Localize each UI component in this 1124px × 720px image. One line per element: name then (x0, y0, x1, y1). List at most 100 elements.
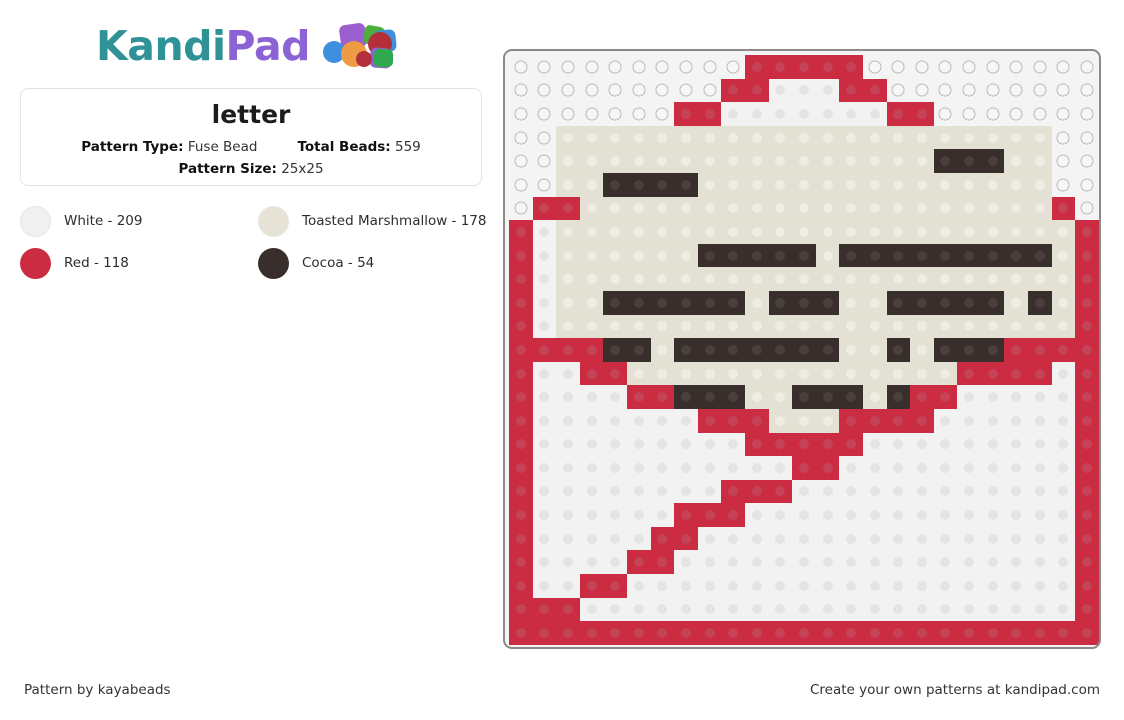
bead-cell[interactable] (886, 550, 911, 574)
bead-cell[interactable] (839, 385, 863, 409)
bead-cell[interactable] (721, 550, 745, 574)
bead-cell[interactable] (532, 456, 557, 480)
bead-cell[interactable] (980, 432, 1005, 457)
bead-cell[interactable] (768, 503, 793, 527)
bead-cell[interactable] (910, 456, 934, 480)
bead-cell[interactable] (910, 574, 934, 598)
kandi-pad-logo[interactable]: KandiPad (96, 22, 398, 70)
bead-cell[interactable] (744, 290, 769, 315)
bead-cell[interactable] (697, 267, 722, 291)
bead-cell[interactable] (768, 550, 793, 574)
bead-cell[interactable] (579, 621, 604, 645)
bead-cell[interactable] (1004, 550, 1028, 574)
bead-cell[interactable] (556, 55, 580, 79)
bead-cell[interactable] (886, 597, 911, 622)
bead-cell[interactable] (721, 243, 745, 268)
bead-cell[interactable] (509, 102, 533, 126)
bead-cell[interactable] (815, 290, 840, 315)
bead-cell[interactable] (934, 79, 958, 103)
bead-cell[interactable] (626, 385, 651, 409)
bead-cell[interactable] (556, 149, 580, 173)
bead-cell[interactable] (1028, 621, 1052, 645)
bead-cell[interactable] (839, 503, 863, 527)
bead-cell[interactable] (697, 243, 722, 268)
bead-cell[interactable] (980, 338, 1005, 362)
bead-cell[interactable] (792, 220, 816, 244)
bead-cell[interactable] (839, 574, 863, 598)
bead-cell[interactable] (603, 597, 627, 622)
bead-cell[interactable] (626, 432, 651, 457)
bead-cell[interactable] (839, 526, 863, 551)
bead-cell[interactable] (1004, 574, 1028, 598)
bead-cell[interactable] (1028, 338, 1052, 362)
bead-cell[interactable] (626, 479, 651, 504)
bead-cell[interactable] (674, 102, 698, 126)
bead-cell[interactable] (886, 243, 911, 268)
pattern-author-link[interactable]: kayabeads (98, 682, 171, 698)
bead-cell[interactable] (674, 361, 698, 386)
bead-cell[interactable] (792, 172, 816, 197)
bead-cell[interactable] (674, 290, 698, 315)
bead-cell[interactable] (674, 432, 698, 457)
bead-cell[interactable] (1051, 621, 1076, 645)
bead-cell[interactable] (862, 408, 887, 433)
bead-cell[interactable] (768, 408, 793, 433)
bead-cell[interactable] (1028, 408, 1052, 433)
bead-cell[interactable] (862, 503, 887, 527)
bead-cell[interactable] (580, 79, 604, 103)
bead-cell[interactable] (697, 172, 722, 197)
bead-cell[interactable] (792, 408, 816, 433)
bead-cell[interactable] (721, 125, 745, 150)
bead-cell[interactable] (1028, 503, 1052, 527)
bead-cell[interactable] (768, 479, 793, 504)
bead-cell[interactable] (579, 361, 604, 386)
bead-cell[interactable] (815, 361, 840, 386)
bead-cell[interactable] (650, 314, 675, 339)
bead-cell[interactable] (980, 574, 1005, 598)
bead-cell[interactable] (626, 503, 651, 527)
bead-cell[interactable] (768, 385, 793, 409)
bead-cell[interactable] (957, 526, 981, 551)
bead-cell[interactable] (744, 385, 769, 409)
bead-cell[interactable] (650, 621, 675, 645)
bead-cell[interactable] (933, 408, 958, 433)
bead-cell[interactable] (886, 172, 911, 197)
bead-cell[interactable] (1004, 503, 1028, 527)
bead-cell[interactable] (886, 361, 911, 386)
bead-cell[interactable] (721, 267, 745, 291)
bead-cell[interactable] (815, 149, 840, 173)
bead-cell[interactable] (1004, 314, 1028, 339)
bead-cell[interactable] (839, 361, 863, 386)
bead-cell[interactable] (980, 385, 1005, 409)
bead-cell[interactable] (862, 149, 887, 173)
bead-cell[interactable] (1051, 338, 1076, 362)
bead-cell[interactable] (862, 314, 887, 339)
bead-cell[interactable] (603, 621, 627, 645)
bead-cell[interactable] (887, 55, 911, 79)
bead-cell[interactable] (650, 196, 675, 221)
bead-cell[interactable] (674, 243, 698, 268)
bead-cell[interactable] (651, 79, 675, 103)
bead-cell[interactable] (744, 526, 769, 551)
bead-cell[interactable] (1004, 290, 1028, 315)
bead-cell[interactable] (579, 432, 604, 457)
bead-cell[interactable] (957, 79, 981, 103)
bead-cell[interactable] (910, 550, 934, 574)
bead-cell[interactable] (768, 621, 793, 645)
bead-cell[interactable] (980, 267, 1005, 291)
bead-cell[interactable] (509, 479, 533, 504)
bead-cell[interactable] (1028, 526, 1052, 551)
bead-cell[interactable] (862, 550, 887, 574)
bead-cell[interactable] (886, 479, 911, 504)
bead-cell[interactable] (697, 432, 722, 457)
bead-cell[interactable] (721, 408, 745, 433)
bead-cell[interactable] (910, 408, 934, 433)
bead-cell[interactable] (815, 172, 840, 197)
bead-cell[interactable] (886, 102, 911, 126)
bead-cell[interactable] (603, 385, 627, 409)
bead-cell[interactable] (556, 479, 580, 504)
bead-cell[interactable] (697, 503, 722, 527)
bead-cell[interactable] (509, 432, 533, 457)
bead-cell[interactable] (862, 220, 887, 244)
bead-cell[interactable] (556, 503, 580, 527)
